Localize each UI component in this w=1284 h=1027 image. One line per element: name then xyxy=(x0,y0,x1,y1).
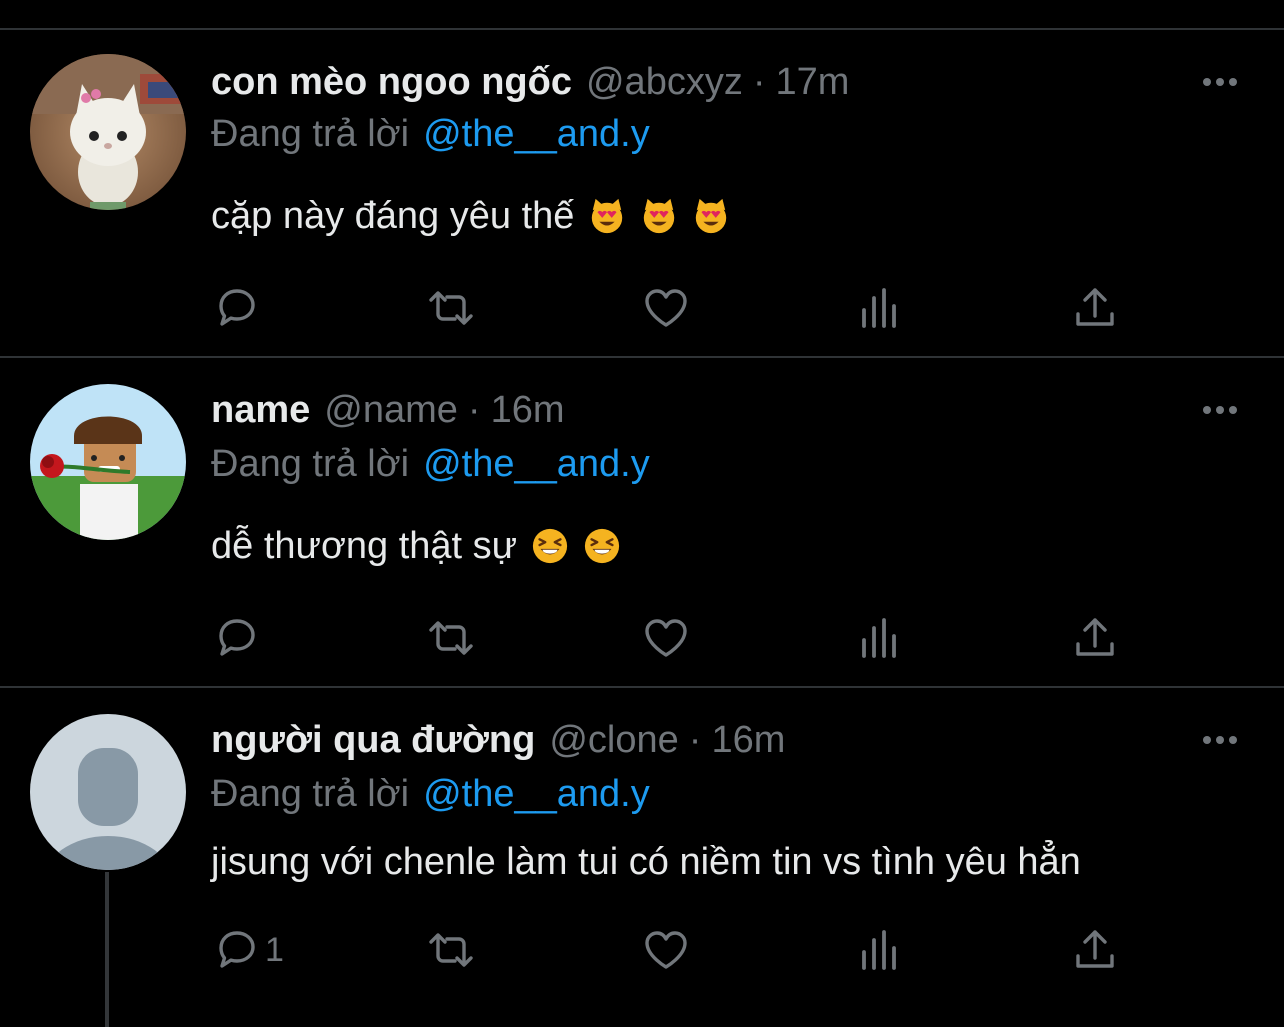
like-button[interactable] xyxy=(642,924,690,976)
replying-to: Đang trả lời @the__and.y xyxy=(211,110,650,158)
heart-eyes-cat-icon xyxy=(588,197,626,235)
dot-icon xyxy=(1216,78,1224,86)
dot-icon xyxy=(1216,736,1224,744)
retweet-button[interactable] xyxy=(427,924,475,976)
tweet-header: name @name · 16m xyxy=(211,386,1171,434)
analytics-icon xyxy=(862,618,896,658)
avatar[interactable] xyxy=(30,54,186,210)
timestamp[interactable]: 16m xyxy=(711,719,785,762)
like-icon xyxy=(645,289,687,327)
timestamp[interactable]: 16m xyxy=(491,389,565,432)
analytics-icon xyxy=(862,930,896,970)
separator: · xyxy=(688,718,702,761)
tweet-text-content: dễ thương thật sự xyxy=(211,524,518,567)
mention-link[interactable]: @the__and.y xyxy=(423,443,650,486)
dot-icon xyxy=(1229,78,1237,86)
mention-link[interactable]: @the__and.y xyxy=(423,113,650,156)
dot-icon xyxy=(1203,736,1211,744)
default-profile-image xyxy=(30,714,186,870)
retweet-icon xyxy=(429,933,473,967)
display-name[interactable]: người qua đường xyxy=(211,719,535,762)
handle[interactable]: @name xyxy=(324,389,458,432)
kitten-avatar-image xyxy=(30,54,186,210)
analytics-button[interactable] xyxy=(857,612,905,664)
tweet-actions xyxy=(0,282,1284,334)
share-button[interactable] xyxy=(1071,924,1119,976)
like-button[interactable] xyxy=(642,282,690,334)
analytics-button[interactable] xyxy=(857,924,905,976)
grinning-squinting-face-icon xyxy=(583,527,621,565)
tweet-header: con mèo ngoo ngốc @abcxyz · 17m xyxy=(211,58,1171,106)
retweet-button[interactable] xyxy=(427,282,475,334)
retweet-icon xyxy=(429,291,473,325)
retweet-icon xyxy=(429,621,473,655)
like-button[interactable] xyxy=(642,612,690,664)
analytics-icon xyxy=(862,288,896,328)
replying-to-label: Đang trả lời xyxy=(211,112,410,155)
replying-to: Đang trả lời @the__and.y xyxy=(211,440,650,488)
separator: · xyxy=(467,388,481,431)
timestamp[interactable]: 17m xyxy=(775,61,849,104)
dot-icon xyxy=(1229,736,1237,744)
replying-to: Đang trả lời @the__and.y xyxy=(211,770,650,818)
tweet-text: jisung với chenle làm tui có niềm tin vs… xyxy=(211,836,1081,888)
reply-button[interactable] xyxy=(213,612,261,664)
like-icon xyxy=(645,619,687,657)
tweet-actions: 1 xyxy=(0,924,1284,976)
display-name[interactable]: name xyxy=(211,389,310,432)
reply-button[interactable] xyxy=(213,282,261,334)
display-name[interactable]: con mèo ngoo ngốc xyxy=(211,61,572,104)
tweet-actions xyxy=(0,612,1284,664)
tweet-text-content: cặp này đáng yêu thế xyxy=(211,194,575,237)
tweet-text: dễ thương thật sự xyxy=(211,520,621,572)
grinning-squinting-face-icon xyxy=(531,527,569,565)
tweet[interactable]: người qua đường @clone · 16m Đang trả lờ… xyxy=(0,688,1284,1027)
heart-eyes-cat-icon xyxy=(640,197,678,235)
tweet[interactable]: name @name · 16m Đang trả lời @the__and.… xyxy=(0,358,1284,688)
mention-link[interactable]: @the__and.y xyxy=(423,773,650,816)
handle[interactable]: @abcxyz xyxy=(586,61,743,104)
share-icon xyxy=(1076,618,1114,656)
reply-button[interactable]: 1 xyxy=(213,924,284,976)
reply-count: 1 xyxy=(265,930,284,969)
roblox-avatar-image xyxy=(30,384,186,540)
dot-icon xyxy=(1216,406,1224,414)
tweet-text-content: jisung với chenle làm tui có niềm tin vs… xyxy=(211,840,1081,883)
analytics-button[interactable] xyxy=(857,282,905,334)
reply-thread: con mèo ngoo ngốc @abcxyz · 17m Đang trả… xyxy=(0,0,1284,1027)
avatar[interactable] xyxy=(30,384,186,540)
reply-icon xyxy=(219,931,255,968)
tweet[interactable]: con mèo ngoo ngốc @abcxyz · 17m Đang trả… xyxy=(0,30,1284,358)
more-options-button[interactable] xyxy=(1198,62,1242,102)
retweet-button[interactable] xyxy=(427,612,475,664)
dot-icon xyxy=(1229,406,1237,414)
replying-to-label: Đang trả lời xyxy=(211,772,410,815)
handle[interactable]: @clone xyxy=(549,719,678,762)
dot-icon xyxy=(1203,406,1211,414)
heart-eyes-cat-icon xyxy=(692,197,730,235)
share-icon xyxy=(1076,930,1114,968)
share-button[interactable] xyxy=(1071,612,1119,664)
more-options-button[interactable] xyxy=(1198,720,1242,760)
tweet-text: cặp này đáng yêu thế xyxy=(211,190,730,242)
avatar[interactable] xyxy=(30,714,186,870)
share-button[interactable] xyxy=(1071,282,1119,334)
reply-icon xyxy=(219,619,255,656)
dot-icon xyxy=(1203,78,1211,86)
more-options-button[interactable] xyxy=(1198,390,1242,430)
tweet-header: người qua đường @clone · 16m xyxy=(211,716,1171,764)
share-icon xyxy=(1076,288,1114,326)
reply-icon xyxy=(219,289,255,326)
like-icon xyxy=(645,931,687,969)
replying-to-label: Đang trả lời xyxy=(211,442,410,485)
separator: · xyxy=(752,60,766,103)
